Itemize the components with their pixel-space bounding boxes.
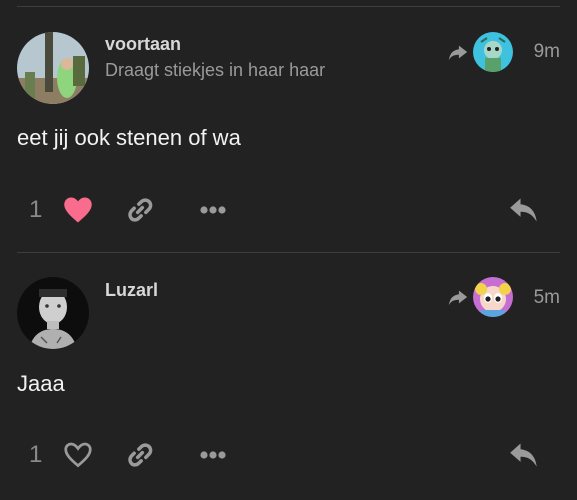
link-icon [128,443,153,467]
top-divider [17,6,560,7]
like-count[interactable]: 1 [29,196,42,224]
like-button[interactable] [62,439,94,471]
reply-button[interactable] [506,194,542,226]
avatar[interactable] [17,277,89,349]
user-title: Draagt stiekjes in haar haar [105,60,326,80]
copy-link-button[interactable] [124,194,156,226]
avatar[interactable] [17,32,89,104]
reply-to-indicator[interactable] [447,32,513,72]
post-divider [17,252,560,253]
username[interactable]: voortaan [105,34,181,55]
more-options-button[interactable] [197,439,229,471]
post-body: eet jij ook stenen of wa [17,125,241,150]
share-arrow-icon [448,45,468,61]
more-options-button[interactable] [197,194,229,226]
username[interactable]: Luzarl [105,280,158,301]
reply-icon [510,443,537,467]
reply-avatar-icon [473,32,513,72]
share-arrow-icon [448,290,468,306]
post-body: Jaaa [17,371,65,396]
like-button[interactable] [62,194,94,226]
reply-icon [510,198,537,222]
like-count[interactable]: 1 [29,441,42,469]
reply-avatar-icon [473,277,513,317]
post-time[interactable]: 9m [534,41,560,63]
heart-outline-icon [64,442,92,468]
copy-link-button[interactable] [124,439,156,471]
ellipsis-icon [200,206,226,214]
heart-filled-icon [64,197,92,223]
avatar-photo-icon [17,32,89,104]
post-actions: 1 [0,435,577,475]
link-icon [128,198,153,222]
post-actions: 1 [0,190,577,230]
avatar-photo-icon [17,277,89,349]
post-time[interactable]: 5m [534,287,560,309]
reply-to-indicator[interactable] [447,277,513,317]
ellipsis-icon [200,451,226,459]
reply-button[interactable] [506,439,542,471]
